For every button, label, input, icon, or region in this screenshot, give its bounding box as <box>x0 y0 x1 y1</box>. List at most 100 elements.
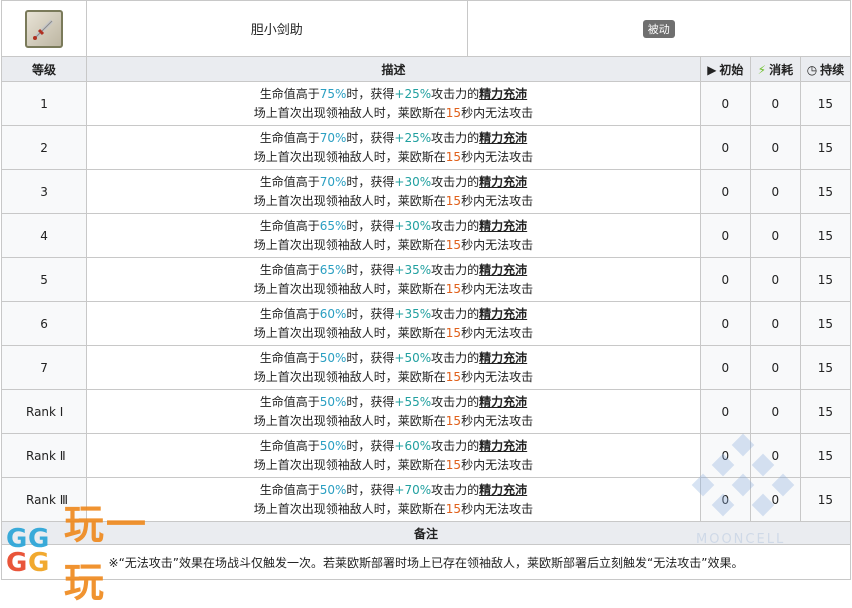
level-cell: 4 <box>0 213 88 258</box>
description-line-1: 生命值高于50%时，获得+50%攻击力的精力充沛 <box>259 350 528 365</box>
atk-bonus: +30% <box>394 174 432 189</box>
cost-cell: 0 <box>749 257 801 302</box>
description-cell: 生命值高于50%时，获得+55%攻击力的精力充沛 场上首次出现领袖敌人时，莱欧斯在… <box>86 389 701 434</box>
level-cell: 3 <box>0 169 88 214</box>
hp-threshold: 50% <box>319 394 347 409</box>
seconds-value: 15 <box>445 237 462 252</box>
cost-cell: 0 <box>749 345 801 390</box>
description-cell: 生命值高于65%时，获得+30%攻击力的精力充沛 场上首次出现领袖敌人时，莱欧斯在… <box>86 213 701 258</box>
skill-type-cell: 被动 <box>466 0 852 57</box>
initial-cell: 0 <box>699 345 751 390</box>
description-line-1: 生命值高于65%时，获得+35%攻击力的精力充沛 <box>259 262 528 277</box>
seconds-value: 15 <box>445 369 462 384</box>
description-cell: 生命值高于50%时，获得+60%攻击力的精力充沛 场上首次出现领袖敌人时，莱欧斯在… <box>86 433 701 478</box>
duration-cell: 15 <box>799 345 852 390</box>
col-duration: ◷ 持续 <box>799 56 852 82</box>
hp-threshold: 70% <box>319 130 347 145</box>
description-line-1: 生命值高于50%时，获得+60%攻击力的精力充沛 <box>259 438 528 453</box>
table-row: 2 生命值高于70%时，获得+25%攻击力的精力充沛 场上首次出现领袖敌人时，莱欧斯… <box>0 125 852 170</box>
passive-badge: 被动 <box>642 19 675 38</box>
table-row: 6 生命值高于60%时，获得+35%攻击力的精力充沛 场上首次出现领袖敌人时，莱欧斯… <box>0 301 852 346</box>
level-rows: 1 生命值高于75%时，获得+25%攻击力的精力充沛 场上首次出现领袖敌人时，莱欧斯… <box>0 81 852 522</box>
initial-cell: 0 <box>699 257 751 302</box>
description-line-2: 场上首次出现领袖敌人时，莱欧斯在15秒内无法攻击 <box>253 457 534 472</box>
level-cell: 5 <box>0 257 88 302</box>
hp-threshold: 70% <box>319 174 347 189</box>
description-line-1: 生命值高于75%时，获得+25%攻击力的精力充沛 <box>259 86 528 101</box>
duration-cell: 15 <box>799 389 852 434</box>
description-cell: 生命值高于65%时，获得+35%攻击力的精力充沛 场上首次出现领袖敌人时，莱欧斯在… <box>86 257 701 302</box>
table-row: 3 生命值高于70%时，获得+30%攻击力的精力充沛 场上首次出现领袖敌人时，莱欧斯… <box>0 169 852 214</box>
atk-bonus: +50% <box>394 350 432 365</box>
description-line-2: 场上首次出现领袖敌人时，莱欧斯在15秒内无法攻击 <box>253 281 534 296</box>
seconds-value: 15 <box>445 501 462 516</box>
play-icon: ▶ <box>707 62 717 77</box>
site-watermark-logo: G G G G 玩一玩 <box>6 501 176 606</box>
sword-skill-icon <box>25 9 64 48</box>
description-line-1: 生命值高于60%时，获得+35%攻击力的精力充沛 <box>259 306 528 321</box>
col-description: 描述 <box>86 56 701 82</box>
clock-icon: ◷ <box>806 62 818 77</box>
atk-bonus: +25% <box>394 130 432 145</box>
duration-cell: 15 <box>799 81 852 126</box>
hp-threshold: 50% <box>319 482 347 497</box>
description-cell: 生命值高于70%时，获得+30%攻击力的精力充沛 场上首次出现领袖敌人时，莱欧斯在… <box>86 169 701 214</box>
level-cell: 2 <box>0 125 88 170</box>
atk-bonus: +25% <box>394 86 432 101</box>
description-line-2: 场上首次出现领袖敌人时，莱欧斯在15秒内无法攻击 <box>253 325 534 340</box>
buff-link[interactable]: 精力充沛 <box>479 263 527 277</box>
seconds-value: 15 <box>445 413 462 428</box>
description-cell: 生命值高于70%时，获得+25%攻击力的精力充沛 场上首次出现领袖敌人时，莱欧斯在… <box>86 125 701 170</box>
seconds-value: 15 <box>445 193 462 208</box>
description-line-2: 场上首次出现领袖敌人时，莱欧斯在15秒内无法攻击 <box>253 105 534 120</box>
cost-cell: 0 <box>749 125 801 170</box>
table-row: 4 生命值高于65%时，获得+30%攻击力的精力充沛 场上首次出现领袖敌人时，莱欧斯… <box>0 213 852 258</box>
buff-link[interactable]: 精力充沛 <box>479 87 527 101</box>
description-line-2: 场上首次出现领袖敌人时，莱欧斯在15秒内无法攻击 <box>253 413 534 428</box>
initial-cell: 0 <box>699 433 751 478</box>
initial-cell: 0 <box>699 81 751 126</box>
seconds-value: 15 <box>445 457 462 472</box>
initial-cell: 0 <box>699 389 751 434</box>
level-cell: 6 <box>0 301 88 346</box>
skill-icon-cell <box>0 0 88 57</box>
description-line-2: 场上首次出现领袖敌人时，莱欧斯在15秒内无法攻击 <box>253 501 534 516</box>
cost-cell: 0 <box>749 81 801 126</box>
table-row: 1 生命值高于75%时，获得+25%攻击力的精力充沛 场上首次出现领袖敌人时，莱欧斯… <box>0 81 852 126</box>
buff-link[interactable]: 精力充沛 <box>479 439 527 453</box>
atk-bonus: +35% <box>394 306 432 321</box>
buff-link[interactable]: 精力充沛 <box>479 351 527 365</box>
buff-link[interactable]: 精力充沛 <box>479 219 527 233</box>
atk-bonus: +70% <box>394 482 432 497</box>
buff-link[interactable]: 精力充沛 <box>479 175 527 189</box>
cost-cell: 0 <box>749 301 801 346</box>
description-cell: 生命值高于75%时，获得+25%攻击力的精力充沛 场上首次出现领袖敌人时，莱欧斯在… <box>86 81 701 126</box>
duration-cell: 15 <box>799 213 852 258</box>
description-line-1: 生命值高于50%时，获得+55%攻击力的精力充沛 <box>259 394 528 409</box>
seconds-value: 15 <box>445 105 462 120</box>
duration-cell: 15 <box>799 169 852 214</box>
hp-threshold: 65% <box>319 262 347 277</box>
table-row: 5 生命值高于65%时，获得+35%攻击力的精力充沛 场上首次出现领袖敌人时，莱欧斯… <box>0 257 852 302</box>
description-line-1: 生命值高于50%时，获得+70%攻击力的精力充沛 <box>259 482 528 497</box>
column-header-row: 等级 描述 ▶ 初始 ⚡ 消耗 ◷ 持续 <box>0 56 852 82</box>
duration-cell: 15 <box>799 301 852 346</box>
skill-name: 胆小剑助 <box>86 0 468 57</box>
cost-cell: 0 <box>749 477 801 522</box>
site-watermark-text: 玩一玩 <box>63 501 148 606</box>
initial-cell: 0 <box>699 213 751 258</box>
skill-header-row: 胆小剑助 被动 <box>0 0 852 57</box>
level-cell: 7 <box>0 345 88 390</box>
atk-bonus: +55% <box>394 394 432 409</box>
buff-link[interactable]: 精力充沛 <box>479 307 527 321</box>
hp-threshold: 50% <box>319 438 347 453</box>
buff-link[interactable]: 精力充沛 <box>479 395 527 409</box>
buff-link[interactable]: 精力充沛 <box>479 131 527 145</box>
table-row: 7 生命值高于50%时，获得+50%攻击力的精力充沛 场上首次出现领袖敌人时，莱欧斯… <box>0 345 852 390</box>
seconds-value: 15 <box>445 281 462 296</box>
duration-cell: 15 <box>799 257 852 302</box>
initial-cell: 0 <box>699 169 751 214</box>
description-cell: 生命值高于60%时，获得+35%攻击力的精力充沛 场上首次出现领袖敌人时，莱欧斯在… <box>86 301 701 346</box>
buff-link[interactable]: 精力充沛 <box>479 483 527 497</box>
hp-threshold: 75% <box>319 86 347 101</box>
